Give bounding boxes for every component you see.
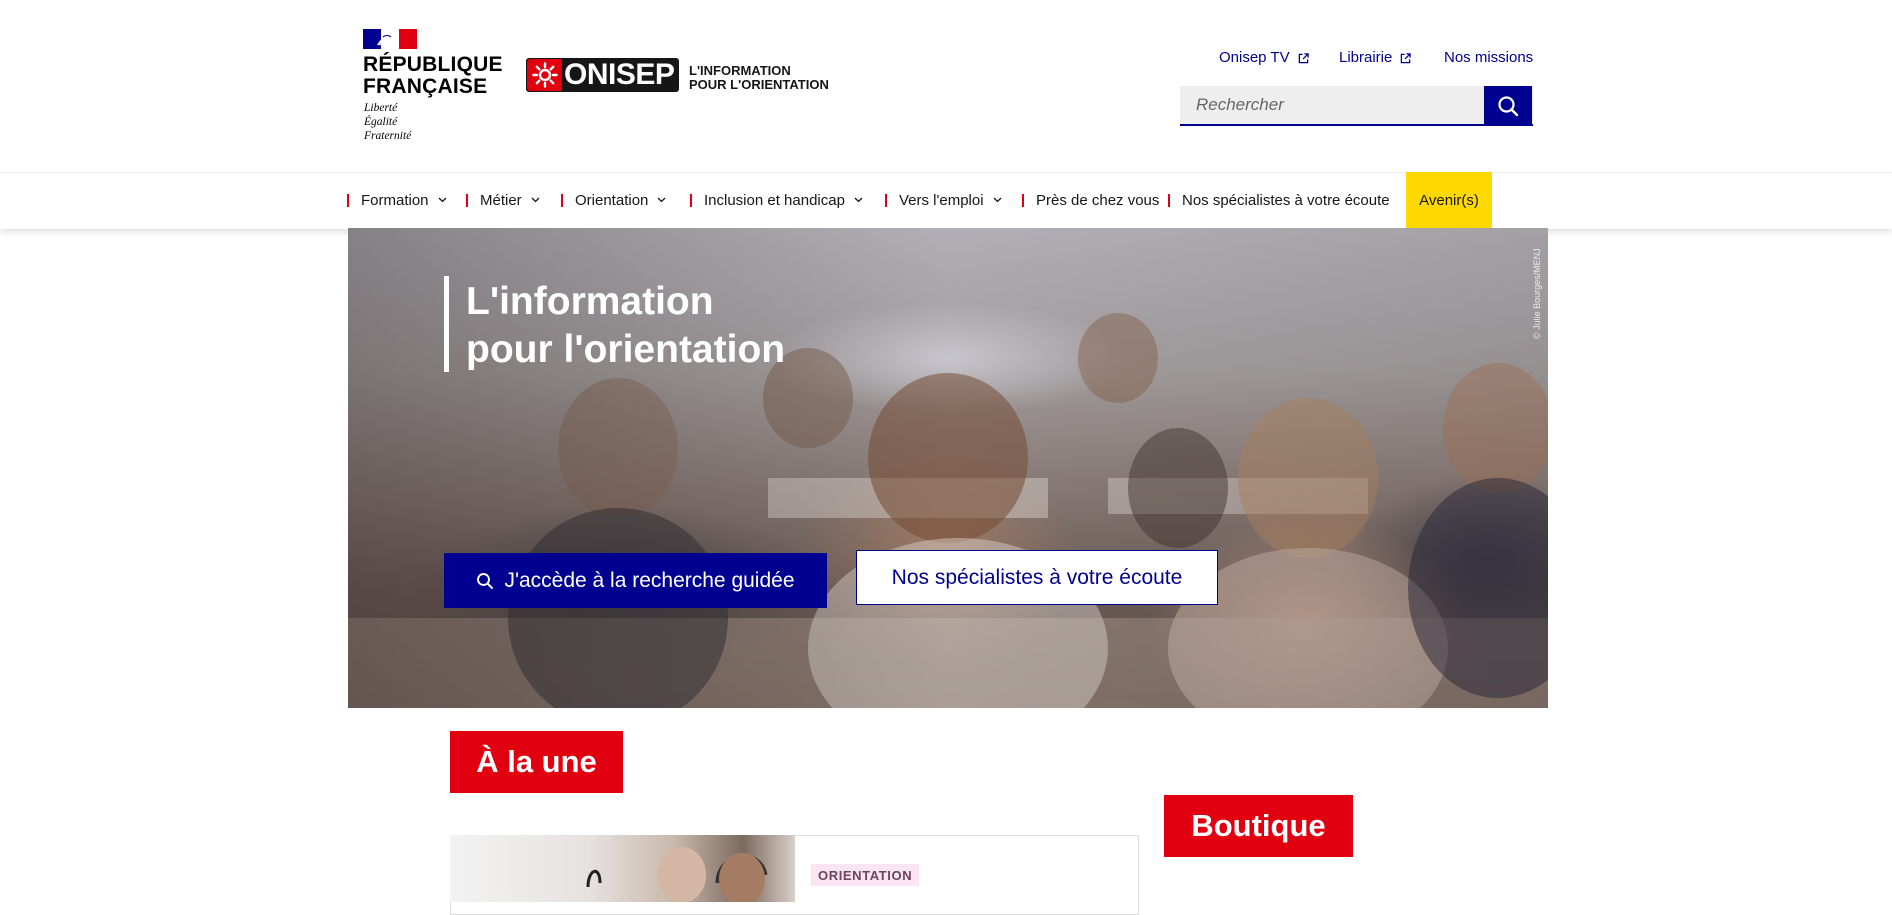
onisep-sun-icon <box>532 62 558 88</box>
nav-item-metier[interactable]: Métier <box>466 172 540 228</box>
nav-item-formation[interactable]: Formation <box>347 172 447 228</box>
nos-missions-link[interactable]: Nos missions <box>1444 49 1533 67</box>
nav-separator <box>885 193 887 207</box>
nav-label: Vers l'emploi <box>899 191 984 209</box>
hero-title-accent <box>444 276 449 372</box>
hero-title: L'information pour l'orientation <box>466 278 966 374</box>
republique-motto: Liberté Égalité Fraternité <box>364 101 411 143</box>
search-input[interactable] <box>1180 86 1533 124</box>
motto-liberte: Liberté <box>364 102 398 114</box>
news-card-image <box>450 835 795 905</box>
rf-line2: FRANÇAISE <box>363 75 488 98</box>
rf-line1: RÉPUBLIQUE <box>363 53 503 76</box>
specialists-button[interactable]: Nos spécialistes à votre écoute <box>856 550 1218 605</box>
librairie-link[interactable]: Librairie <box>1339 49 1412 67</box>
nav-label: Métier <box>480 191 522 209</box>
onisep-tagline: L'INFORMATION POUR L'ORIENTATION <box>689 64 829 92</box>
guided-search-label: J'accède à la recherche guidée <box>504 568 795 592</box>
external-link-icon <box>1298 52 1309 63</box>
search-button[interactable] <box>1484 86 1532 126</box>
nav-label: Nos spécialistes à votre écoute <box>1182 191 1390 209</box>
chevron-down-icon <box>993 197 1002 203</box>
nav-separator <box>347 193 349 207</box>
nos-missions-label: Nos missions <box>1444 49 1534 66</box>
chevron-down-icon <box>657 197 666 203</box>
nav-label: Près de chez vous <box>1036 191 1160 209</box>
hero-title-line1: L'information <box>466 280 714 323</box>
nav-item-inclusion-handicap[interactable]: Inclusion et handicap <box>690 172 863 228</box>
nav-item-avenirs[interactable]: Avenir(s) <box>1406 172 1492 228</box>
guided-search-button[interactable]: J'accède à la recherche guidée <box>444 553 827 608</box>
nav-item-orientation[interactable]: Orientation <box>561 172 666 228</box>
chevron-down-icon <box>438 197 446 203</box>
librairie-label: Librairie <box>1339 49 1393 66</box>
photo-credit: © Julie Bourges/MENJ <box>1532 248 1542 339</box>
nav-separator <box>1168 193 1170 207</box>
nav-item-nos-specialistes[interactable]: Nos spécialistes à votre écoute <box>1168 172 1390 228</box>
chevron-down-icon <box>531 197 540 203</box>
site-header <box>0 0 1892 172</box>
news-card-photo <box>586 847 768 905</box>
nav-separator <box>466 193 468 207</box>
motto-egalite: Égalité <box>364 116 398 128</box>
nav-separator <box>1022 193 1024 207</box>
onisep-tv-link[interactable]: Onisep TV <box>1219 49 1309 67</box>
a-la-une-heading: À la une <box>450 731 623 793</box>
onisep-tv-label: Onisep TV <box>1219 49 1290 66</box>
nav-label: Orientation <box>575 191 649 209</box>
search-icon <box>477 572 494 589</box>
nav-label: Inclusion et handicap <box>704 191 845 209</box>
nav-separator <box>561 193 563 207</box>
nav-item-vers-emploi[interactable]: Vers l'emploi <box>885 172 1002 228</box>
boutique-heading: Boutique <box>1164 795 1353 857</box>
onisep-wordmark: ONISEP <box>564 58 675 91</box>
hero-title-line2: pour l'orientation <box>466 328 786 371</box>
search-box <box>1180 86 1533 126</box>
tagline-line1: L'INFORMATION <box>689 63 791 78</box>
news-card-tag: ORIENTATION <box>811 864 920 886</box>
nav-label: Formation <box>361 191 429 209</box>
external-link-icon <box>1401 52 1412 63</box>
nav-separator <box>690 193 692 207</box>
search-icon <box>1498 96 1519 117</box>
marianne-logo-icon <box>363 29 417 49</box>
motto-fraternite: Fraternité <box>364 130 412 142</box>
tagline-line2: POUR L'ORIENTATION <box>689 77 829 92</box>
nav-item-pres-de-chez-vous[interactable]: Près de chez vous <box>1022 172 1159 228</box>
republique-francaise-wordmark[interactable]: RÉPUBLIQUE FRANÇAISE <box>363 54 503 98</box>
chevron-down-icon <box>854 197 863 203</box>
